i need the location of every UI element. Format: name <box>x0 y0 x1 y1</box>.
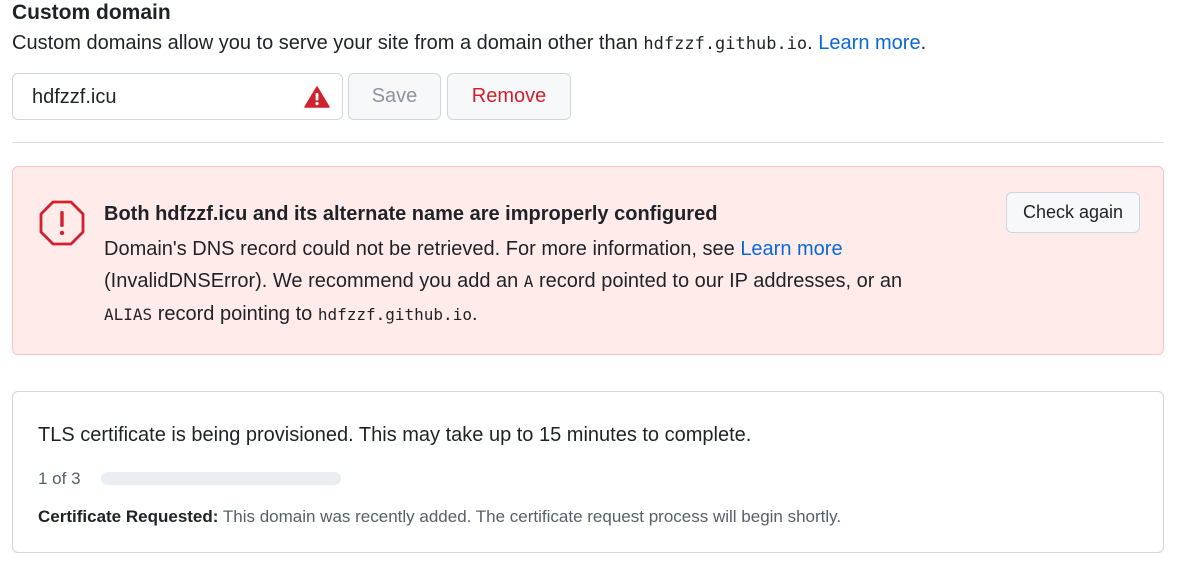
stop-icon <box>39 200 85 246</box>
custom-domain-input-value[interactable]: hdfzzf.icu <box>32 85 116 109</box>
check-again-button[interactable]: Check again <box>1006 192 1140 233</box>
dns-error-line1: Domain's DNS record could not be retriev… <box>104 238 741 260</box>
tls-detail-label: Certificate Requested: <box>38 507 219 526</box>
dns-error-line3: record pointed to our IP addresses, or a… <box>533 270 903 292</box>
tls-detail-text: This domain was recently added. The cert… <box>218 507 842 526</box>
description-period: . <box>920 32 927 54</box>
custom-domain-input[interactable]: hdfzzf.icu <box>12 73 343 120</box>
dns-error-body: Domain's DNS record could not be retriev… <box>104 233 964 331</box>
custom-domain-heading: Custom domain <box>12 1 171 24</box>
dns-error-title: Both hdfzzf.icu and its alternate name a… <box>104 203 718 225</box>
description-suffix: . <box>807 32 819 54</box>
dns-target-domain: hdfzzf.github.io <box>317 305 472 324</box>
description-prefix: Custom domains allow you to serve your s… <box>12 32 644 54</box>
save-button[interactable]: Save <box>348 73 441 120</box>
dns-error-line2: (InvalidDNSError). We recommend you add … <box>104 270 524 292</box>
record-type-alias: ALIAS <box>104 305 153 324</box>
tls-detail: Certificate Requested: This domain was r… <box>38 506 841 528</box>
dns-error-line4: record pointing to <box>152 303 318 325</box>
tls-step-counter: 1 of 3 <box>38 469 81 488</box>
section-divider <box>12 142 1164 143</box>
learn-more-link[interactable]: Learn more <box>818 32 920 54</box>
tls-progress-bar <box>101 472 341 485</box>
dns-error-period: . <box>471 303 478 325</box>
tls-message: TLS certificate is being provisioned. Th… <box>38 424 752 446</box>
dns-error-flash: Both hdfzzf.icu and its alternate name a… <box>12 166 1164 355</box>
default-domain: hdfzzf.github.io <box>643 34 808 54</box>
dns-learn-more-link[interactable]: Learn more <box>740 238 842 260</box>
custom-domain-description: Custom domains allow you to serve your s… <box>12 30 926 57</box>
record-type-a: A <box>523 272 534 291</box>
remove-button[interactable]: Remove <box>447 73 571 120</box>
alert-triangle-icon <box>304 86 330 108</box>
tls-status-box: TLS certificate is being provisioned. Th… <box>12 391 1164 553</box>
